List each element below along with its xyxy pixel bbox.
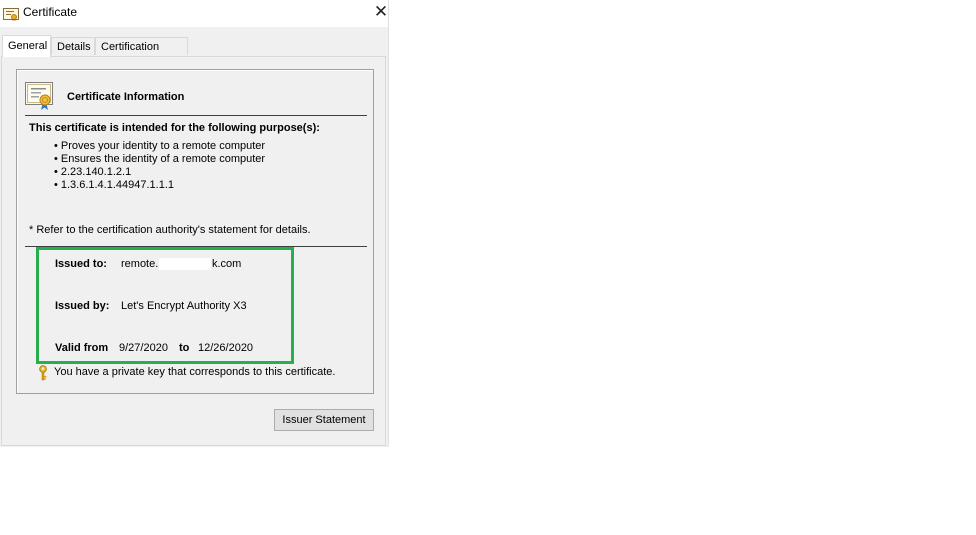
issuer-statement-button[interactable]: Issuer Statement — [274, 409, 374, 431]
list-item: 1.3.6.1.4.1.44947.1.1.1 — [54, 179, 265, 192]
certificate-icon — [3, 7, 19, 24]
title-bar: Certificate ✕ — [0, 0, 388, 27]
certificate-icon — [24, 81, 56, 114]
purpose-heading: This certificate is intended for the fol… — [29, 122, 320, 134]
tab-general[interactable]: General — [2, 35, 51, 57]
close-icon[interactable]: ✕ — [370, 3, 392, 23]
tab-certification-path[interactable]: Certification Path — [95, 37, 188, 71]
private-key-note: You have a private key that corresponds … — [54, 366, 336, 378]
list-item: 2.23.140.1.2.1 — [54, 166, 265, 179]
authority-statement-note: * Refer to the certification authority's… — [29, 224, 311, 236]
purpose-list: Proves your identity to a remote compute… — [54, 140, 265, 192]
tab-details[interactable]: Details — [51, 37, 95, 55]
highlight-box — [36, 247, 294, 364]
certificate-dialog: Certificate ✕ General Details Certificat… — [0, 0, 389, 447]
list-item: Proves your identity to a remote compute… — [54, 140, 265, 153]
key-icon — [37, 365, 49, 384]
separator-top — [25, 115, 367, 116]
window-title: Certificate — [23, 5, 78, 19]
tab-strip: General Details Certification Path — [0, 28, 388, 71]
certificate-info-title: Certificate Information — [67, 91, 185, 103]
list-item: Ensures the identity of a remote compute… — [54, 153, 265, 166]
